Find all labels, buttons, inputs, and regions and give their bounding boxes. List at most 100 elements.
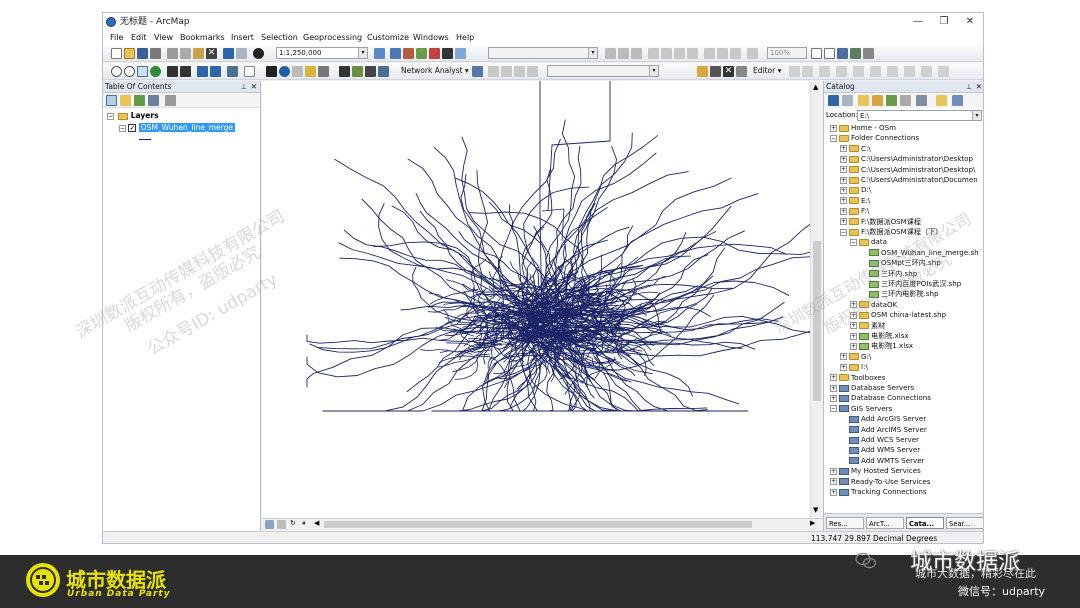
catalog-tree-item[interactable]: Add ArcGIS Server xyxy=(840,414,926,424)
hand-icon[interactable] xyxy=(697,66,708,77)
menu-help[interactable]: Help xyxy=(456,31,474,45)
catalog-tree-item[interactable]: + 电影院.xlsx xyxy=(850,331,909,341)
home-icon[interactable] xyxy=(872,95,883,106)
network-tool-icon[interactable] xyxy=(488,66,499,77)
network-layer-combo[interactable]: ▾ xyxy=(547,65,659,77)
pan-icon[interactable] xyxy=(137,66,148,77)
tool-icon[interactable] xyxy=(747,48,758,59)
expand-icon[interactable]: + xyxy=(850,342,857,350)
expand-icon[interactable]: + xyxy=(840,218,847,226)
time-slider-icon[interactable] xyxy=(378,66,389,77)
edit-tool-icon[interactable] xyxy=(853,66,864,77)
find-icon[interactable] xyxy=(339,66,350,77)
expand-icon[interactable]: + xyxy=(830,488,837,496)
tab-results[interactable]: Res... xyxy=(826,517,864,529)
open-icon[interactable] xyxy=(124,48,135,59)
close-icon[interactable]: ✕ xyxy=(251,81,257,93)
tool-icon[interactable] xyxy=(605,48,616,59)
edit-tool-icon[interactable] xyxy=(870,66,881,77)
new-folder-icon[interactable] xyxy=(936,95,947,106)
expand-icon[interactable]: + xyxy=(840,145,847,153)
collapse-icon[interactable]: − xyxy=(830,405,837,413)
scroll-right-icon[interactable]: ▶ xyxy=(810,519,815,527)
refresh-icon[interactable]: ↻ xyxy=(290,519,296,527)
catalog-tree-item[interactable]: − GIS Servers xyxy=(830,404,892,414)
full-extent-icon[interactable] xyxy=(150,66,161,77)
edit-tool-icon[interactable] xyxy=(802,66,813,77)
menu-windows[interactable]: Windows xyxy=(413,31,449,45)
catalog-tree-item[interactable]: + F:\数据派OSM课程 xyxy=(840,217,921,227)
catalog-tree-item[interactable]: + C:\Users\Administrator\Desktop\ xyxy=(840,165,975,175)
tool-icon[interactable] xyxy=(674,48,685,59)
editor-menu[interactable]: Editor ▾ xyxy=(753,66,781,75)
html-popup-icon[interactable] xyxy=(305,66,316,77)
catalog-tree-item[interactable]: + E:\ xyxy=(840,196,870,206)
layer-name[interactable]: OSM_Wuhan_line_merge xyxy=(138,123,235,132)
collapse-icon[interactable]: − xyxy=(840,228,847,236)
network-tool-icon[interactable] xyxy=(514,66,525,77)
layer-row[interactable]: − ✓ OSM_Wuhan_line_merge xyxy=(119,123,235,132)
cut-icon[interactable] xyxy=(167,48,178,59)
redo-icon[interactable] xyxy=(236,48,247,59)
pin-icon[interactable]: ⊥ xyxy=(241,81,247,93)
menu-insert[interactable]: Insert xyxy=(231,31,254,45)
chevron-down-icon[interactable]: ▾ xyxy=(649,66,658,76)
tool-icon[interactable] xyxy=(648,48,659,59)
python-window-icon[interactable] xyxy=(442,48,453,59)
expand-icon[interactable]: + xyxy=(830,384,837,392)
expand-icon[interactable]: + xyxy=(840,186,847,194)
edit-tool-icon[interactable] xyxy=(789,66,800,77)
map-horizontal-scrollbar[interactable]: ↻ ⏸ ◀ ▶ xyxy=(262,518,823,530)
chevron-down-icon[interactable]: ▾ xyxy=(972,111,981,120)
delete-icon[interactable]: ✕ xyxy=(206,48,217,59)
menu-bookmarks[interactable]: Bookmarks xyxy=(180,31,225,45)
expand-icon[interactable]: + xyxy=(830,467,837,475)
zoom-percent-combo[interactable]: 100% xyxy=(767,47,807,59)
catalog-tree-item[interactable]: + C:\ xyxy=(840,144,871,154)
catalog-tree-item[interactable]: + Database Connections xyxy=(830,393,931,403)
arctoolbox-icon[interactable] xyxy=(429,48,440,59)
search-window-icon[interactable] xyxy=(416,48,427,59)
catalog-tree-item[interactable]: Add WMTS Server xyxy=(840,456,924,466)
back-icon[interactable] xyxy=(828,95,839,106)
layers-group[interactable]: − Layers xyxy=(107,111,159,120)
edit-tool-icon[interactable] xyxy=(819,66,830,77)
network-tool-icon[interactable] xyxy=(710,66,721,77)
edit-tool-icon[interactable] xyxy=(938,66,949,77)
expand-icon[interactable]: + xyxy=(840,363,847,371)
identify-icon[interactable] xyxy=(279,66,290,77)
tool-icon[interactable] xyxy=(704,48,715,59)
tool-icon[interactable] xyxy=(687,48,698,59)
zoom-out-icon[interactable] xyxy=(124,66,135,77)
editor-toolbar-icon[interactable] xyxy=(374,48,385,59)
edit-tool-icon[interactable] xyxy=(904,66,915,77)
expand-icon[interactable]: + xyxy=(840,155,847,163)
paste-icon[interactable] xyxy=(193,48,204,59)
menu-selection[interactable]: Selection xyxy=(261,31,298,45)
catalog-window-icon[interactable] xyxy=(403,48,414,59)
catalog-tree-item[interactable]: + D:\ xyxy=(840,185,871,195)
tool-icon[interactable] xyxy=(618,48,629,59)
catalog-tree-item[interactable]: Add WMS Server xyxy=(840,445,920,455)
expand-icon[interactable]: + xyxy=(840,176,847,184)
chevron-down-icon[interactable]: ▾ xyxy=(588,48,597,58)
catalog-tree-item[interactable]: + My Hosted Services xyxy=(830,466,921,476)
layer-visibility-checkbox[interactable]: ✓ xyxy=(128,124,137,132)
toggle-contents-icon[interactable] xyxy=(900,95,911,106)
expand-icon[interactable]: + xyxy=(830,394,837,402)
catalog-tree-item[interactable]: + Ready-To-Use Services xyxy=(830,477,930,487)
options-icon[interactable] xyxy=(952,95,963,106)
collapse-icon[interactable]: − xyxy=(107,112,114,120)
scroll-down-icon[interactable]: ▼ xyxy=(813,506,818,514)
collapse-icon[interactable]: − xyxy=(119,124,126,132)
minimize-icon[interactable]: — xyxy=(905,13,931,31)
clear-selection-icon[interactable] xyxy=(244,66,255,77)
layout-icon[interactable] xyxy=(850,48,861,59)
forward-icon[interactable] xyxy=(842,95,853,106)
expand-icon[interactable]: + xyxy=(840,353,847,361)
list-by-drawing-order-icon[interactable] xyxy=(106,95,117,106)
print-icon[interactable] xyxy=(150,48,161,59)
edit-tool-icon[interactable] xyxy=(887,66,898,77)
map-view[interactable] xyxy=(262,81,823,518)
catalog-tree-item[interactable]: − Folder Connections xyxy=(830,133,919,143)
